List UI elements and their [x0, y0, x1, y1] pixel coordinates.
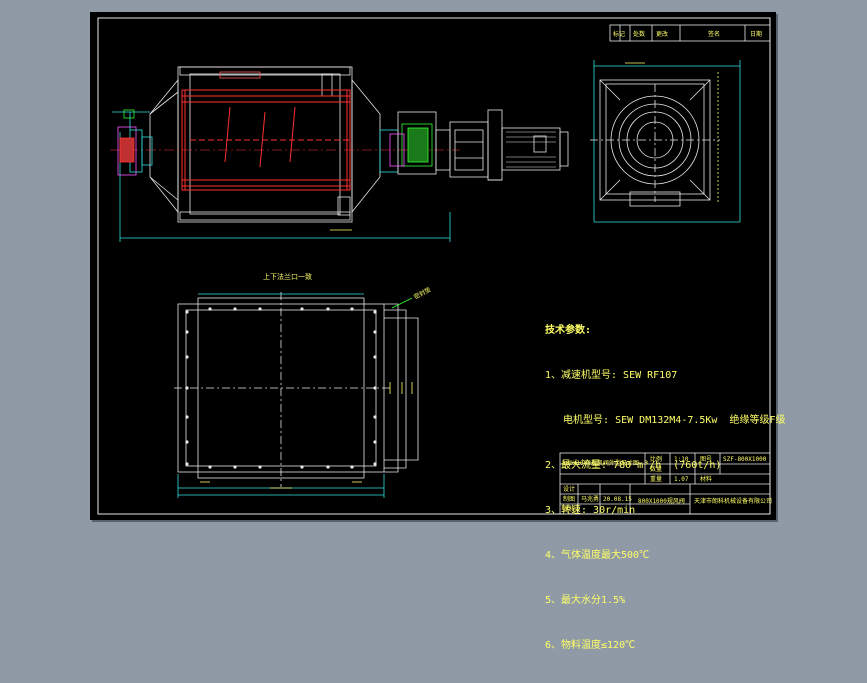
tb-draw-label: 制图	[563, 496, 576, 503]
tb-design-label: 设计	[563, 486, 576, 493]
rev-sign: 签名	[708, 31, 721, 38]
rev-date: 日期	[750, 31, 763, 38]
flange-caption: 上下法兰口一致	[263, 273, 312, 281]
tb-caption: 800X1000规风阀外型尺寸图	[562, 460, 639, 467]
end-view	[590, 60, 741, 223]
tech-line: 5、最大水分1.5%	[545, 595, 626, 606]
tb-weight-label: 重量	[650, 476, 663, 483]
tb-product-name: 800X1000规风阀	[638, 498, 685, 505]
side-view	[110, 66, 569, 242]
tech-line: 6、物料温度≤120℃	[545, 640, 636, 651]
tb-check-label: 审核	[563, 506, 576, 513]
tb-scale-label: 比例	[650, 456, 663, 463]
tech-line: 电机型号: SEW DM132M4-7.5Kw 绝缘等级F级	[545, 415, 786, 426]
tech-params: 技术参数: 1、减速机型号: SEW RF107 电机型号: SEW DM132…	[545, 293, 786, 683]
tech-line: 4、气体温度最大500℃	[545, 550, 650, 561]
tb-draw-name: 马兆勇	[581, 496, 600, 503]
tb-drawing-no: SZF-800X1000	[723, 456, 767, 463]
flange-view	[174, 292, 419, 498]
drawing-sheet: 上下法兰口一致 密封垫 技术参数: 1、减速机型号: SEW RF107 电机型…	[90, 12, 786, 651]
tb-draw-date: 20.08.15	[603, 496, 632, 503]
rev-change: 更改	[656, 31, 669, 38]
tech-line: 1、减速机型号: SEW RF107	[545, 370, 678, 381]
tb-drawing-no-label: 图号	[700, 456, 713, 463]
rev-mark: 标记	[613, 31, 626, 38]
tb-material-label: 材料	[700, 476, 713, 483]
rev-count: 处数	[633, 31, 646, 38]
tech-params-title: 技术参数:	[545, 325, 592, 336]
tb-weight-value: 1.07	[674, 476, 689, 483]
tb-scale-value: 1:10	[674, 456, 689, 463]
tb-qty-label: 数量	[650, 466, 663, 473]
tb-company: 天津市朗科机械设备有限公司	[694, 498, 773, 505]
